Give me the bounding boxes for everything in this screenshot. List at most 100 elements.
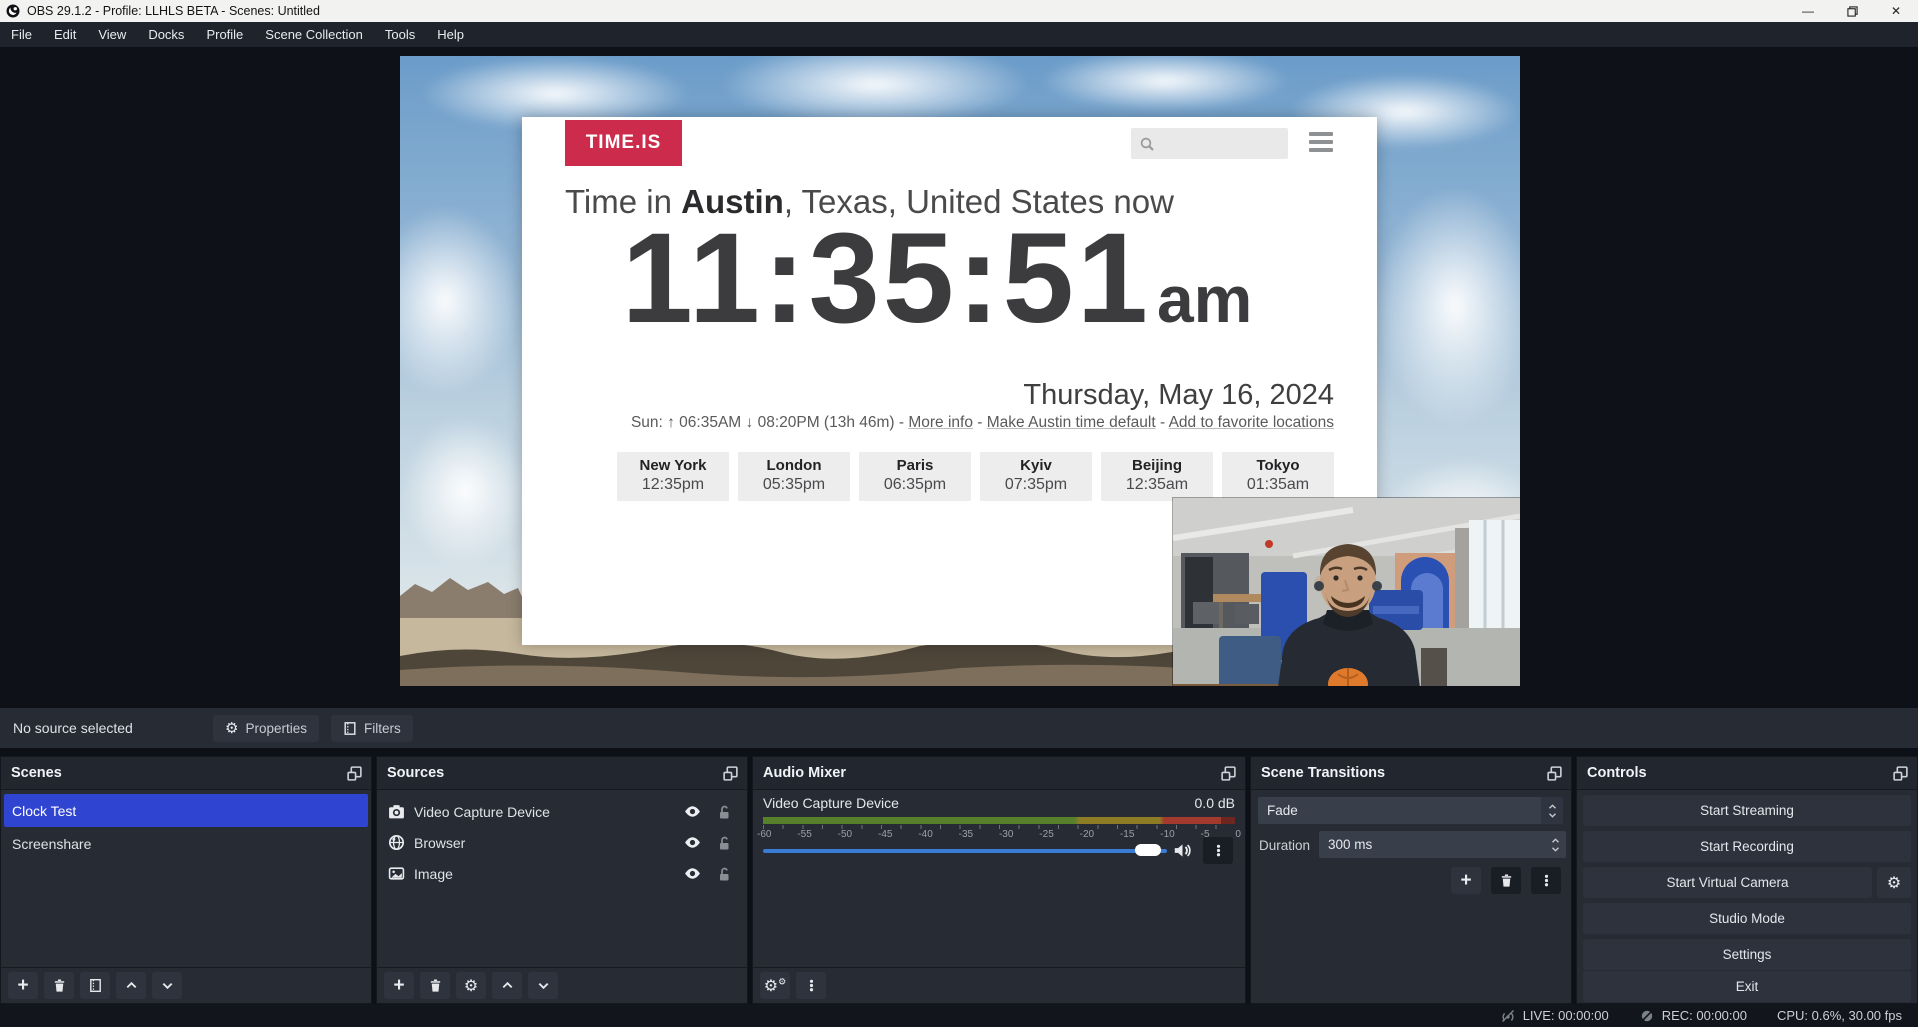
controls-title: Controls xyxy=(1587,765,1647,781)
program-canvas[interactable]: TIME.IS Time in Austin, Texas, United St… xyxy=(400,56,1520,686)
lock-open-icon[interactable] xyxy=(716,835,732,851)
restore-button[interactable] xyxy=(1830,0,1874,22)
source-item-image[interactable]: Image xyxy=(380,858,744,889)
lock-open-icon[interactable] xyxy=(716,866,732,882)
add-transition-button[interactable]: + xyxy=(1451,867,1481,894)
move-scene-up-button[interactable] xyxy=(116,972,146,999)
duration-label: Duration xyxy=(1259,838,1310,853)
status-bar: LIVE: 00:00:00 REC: 00:00:00 CPU: 0.6%, … xyxy=(0,1004,1918,1027)
settings-button[interactable]: Settings xyxy=(1583,939,1911,970)
studio-mode-button[interactable]: Studio Mode xyxy=(1583,903,1911,934)
speaker-icon[interactable] xyxy=(1173,841,1192,860)
popout-icon[interactable] xyxy=(722,765,739,782)
menu-file[interactable]: File xyxy=(0,22,43,47)
menu-bar: File Edit View Docks Profile Scene Colle… xyxy=(0,22,1918,47)
exit-button[interactable]: Exit xyxy=(1583,971,1911,1002)
obs-logo-icon xyxy=(6,4,20,18)
remove-scene-button[interactable] xyxy=(44,972,74,999)
source-properties-button[interactable]: ⚙ xyxy=(456,972,486,999)
remove-source-button[interactable] xyxy=(420,972,450,999)
volume-slider-handle[interactable] xyxy=(1135,844,1161,856)
world-clock[interactable]: Tokyo01:35am xyxy=(1222,452,1334,501)
duration-spinbox[interactable]: 300 ms xyxy=(1319,831,1566,858)
world-clock[interactable]: Beijing12:35am xyxy=(1101,452,1213,501)
menu-profile[interactable]: Profile xyxy=(195,22,254,47)
mixer-menu-button[interactable] xyxy=(796,972,826,999)
hamburger-menu-icon[interactable] xyxy=(1309,132,1333,152)
popout-icon[interactable] xyxy=(1546,765,1563,782)
world-clock[interactable]: New York12:35pm xyxy=(617,452,729,501)
start-virtual-camera-button[interactable]: Start Virtual Camera xyxy=(1583,867,1872,898)
chevron-up-icon xyxy=(1551,838,1560,844)
volume-meter xyxy=(763,817,1235,824)
menu-docks[interactable]: Docks xyxy=(137,22,195,47)
world-clock[interactable]: Paris06:35pm xyxy=(859,452,971,501)
transitions-title: Scene Transitions xyxy=(1261,765,1385,781)
add-source-button[interactable]: + xyxy=(384,972,414,999)
menu-help[interactable]: Help xyxy=(426,22,475,47)
webcam-source[interactable] xyxy=(1173,498,1520,686)
world-clock[interactable]: Kyiv07:35pm xyxy=(980,452,1092,501)
meter-scale: -60-55-50-45-40-35-30-25-20-15-10-50 xyxy=(757,829,1241,840)
advanced-audio-button[interactable]: ⚙⚙ xyxy=(760,972,790,999)
move-scene-down-button[interactable] xyxy=(152,972,182,999)
search-input[interactable] xyxy=(1131,128,1288,159)
scenes-title: Scenes xyxy=(11,765,62,781)
remove-transition-button[interactable] xyxy=(1491,867,1521,894)
scenes-panel: Scenes Clock Test Screenshare + xyxy=(0,756,372,1004)
popout-icon[interactable] xyxy=(1892,765,1909,782)
make-default-link[interactable]: Make Austin time default xyxy=(987,414,1156,431)
trash-icon xyxy=(52,978,67,993)
kebab-menu-icon xyxy=(1539,873,1554,888)
filters-button[interactable]: Filters xyxy=(331,715,413,742)
transition-properties-button[interactable] xyxy=(1531,867,1561,894)
mixer-db-value: 0.0 dB xyxy=(1195,795,1235,811)
menu-scene-collection[interactable]: Scene Collection xyxy=(254,22,374,47)
lock-open-icon[interactable] xyxy=(716,804,732,820)
scene-item-screenshare[interactable]: Screenshare xyxy=(4,827,368,860)
rec-status: REC: 00:00:00 xyxy=(1639,1008,1747,1024)
timeis-logo[interactable]: TIME.IS xyxy=(565,120,682,166)
filters-icon xyxy=(88,978,103,993)
cloud xyxy=(1375,186,1520,426)
cloud xyxy=(400,416,530,566)
window-title: OBS 29.1.2 - Profile: LLHLS BETA - Scene… xyxy=(27,4,320,18)
add-favorite-link[interactable]: Add to favorite locations xyxy=(1169,414,1334,431)
more-info-link[interactable]: More info xyxy=(908,414,973,431)
move-source-up-button[interactable] xyxy=(492,972,522,999)
menu-view[interactable]: View xyxy=(87,22,137,47)
visibility-eye-icon[interactable] xyxy=(683,802,702,821)
start-recording-button[interactable]: Start Recording xyxy=(1583,831,1911,862)
start-streaming-button[interactable]: Start Streaming xyxy=(1583,795,1911,826)
virtual-camera-config-button[interactable]: ⚙ xyxy=(1877,867,1911,898)
scene-item-clock-test[interactable]: Clock Test xyxy=(4,794,368,827)
chevron-down-icon xyxy=(1551,846,1560,852)
mixer-options-button[interactable] xyxy=(1203,837,1233,864)
source-item-video-capture[interactable]: Video Capture Device xyxy=(380,796,744,827)
menu-tools[interactable]: Tools xyxy=(374,22,426,47)
sources-title: Sources xyxy=(387,765,444,781)
title-bar: OBS 29.1.2 - Profile: LLHLS BETA - Scene… xyxy=(0,0,1918,22)
popout-icon[interactable] xyxy=(346,765,363,782)
spin-arrows[interactable] xyxy=(1544,831,1566,858)
current-date: Thursday, May 16, 2024 xyxy=(522,379,1334,412)
visibility-eye-icon[interactable] xyxy=(683,864,702,883)
world-clock[interactable]: London05:35pm xyxy=(738,452,850,501)
chevron-up-icon xyxy=(124,978,139,993)
mixer-source-name: Video Capture Device xyxy=(763,795,899,811)
source-item-browser[interactable]: Browser xyxy=(380,827,744,858)
camera-icon xyxy=(388,803,405,820)
volume-slider-track[interactable] xyxy=(763,849,1167,853)
visibility-eye-icon[interactable] xyxy=(683,833,702,852)
filters-icon xyxy=(343,721,357,736)
close-button[interactable]: ✕ xyxy=(1874,0,1918,22)
scene-filters-button[interactable] xyxy=(80,972,110,999)
minimize-button[interactable]: — xyxy=(1786,0,1830,22)
transition-select[interactable]: Fade xyxy=(1258,797,1563,824)
properties-button[interactable]: ⚙ Properties xyxy=(213,715,319,742)
globe-icon xyxy=(388,834,405,851)
menu-edit[interactable]: Edit xyxy=(43,22,87,47)
add-scene-button[interactable]: + xyxy=(8,972,38,999)
popout-icon[interactable] xyxy=(1220,765,1237,782)
move-source-down-button[interactable] xyxy=(528,972,558,999)
